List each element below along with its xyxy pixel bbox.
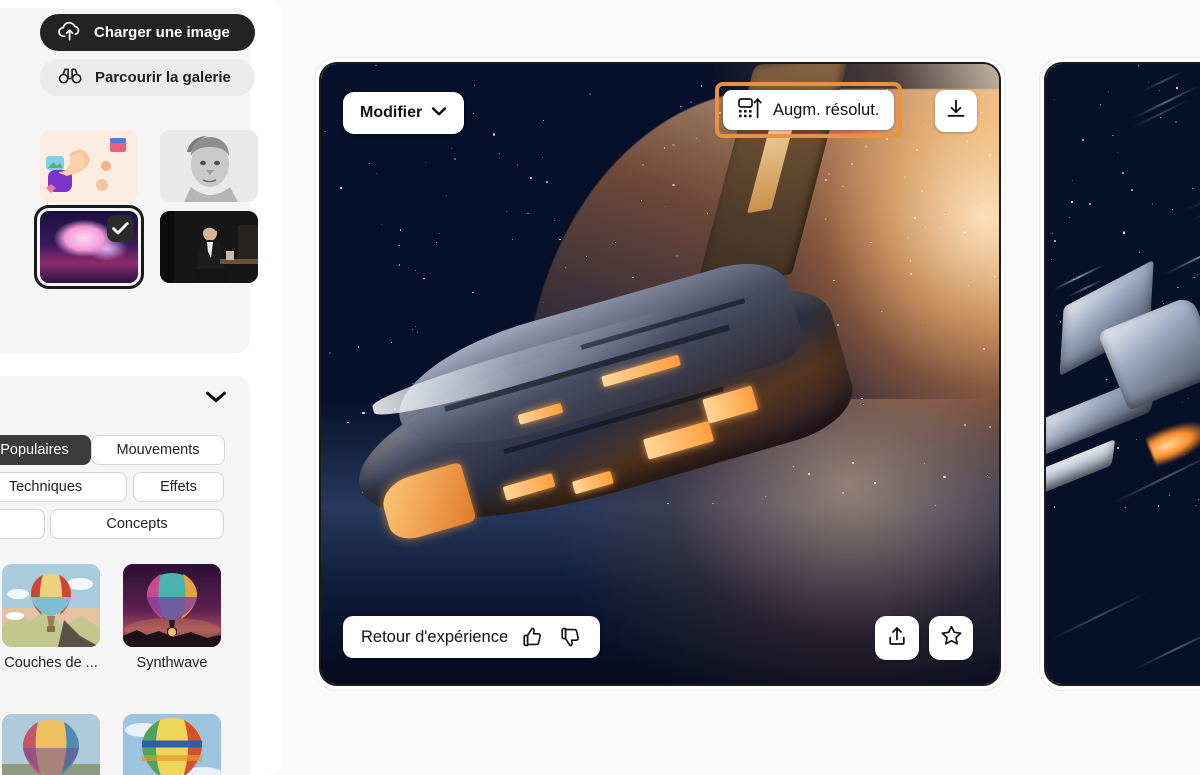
sidebar: Charger une image Parcourir la galerie P… [0,0,283,775]
browse-gallery-button[interactable]: Parcourir la galerie [40,59,255,96]
style-label: Synthwave [136,655,208,671]
download-icon [945,98,967,125]
list-item[interactable] [34,205,144,289]
download-control[interactable] [935,90,977,132]
image-canvas: Modifier Augm. résolut. Retour d'expérie… [283,0,1200,775]
next-image-card[interactable] [1040,58,1200,690]
category-pill-overflow[interactable] [0,509,45,539]
category-pill-concepts[interactable]: Concepts [50,509,224,539]
style-thumbnail [123,714,221,775]
feedback-bar[interactable]: Retour d'expérience [343,616,601,658]
upscale-button[interactable]: Augm. résolut. [723,90,895,130]
upload-image-label: Charger une image [94,24,230,41]
styles-panel-header [40,390,265,416]
feedback-label: Retour d'expérience [361,627,509,646]
man-in-suit-photo [160,211,258,283]
list-item[interactable]: Couches de ... [2,564,100,671]
style-thumbnail [2,564,100,647]
list-item[interactable] [2,714,100,775]
spaceship-over-planet-artwork [321,64,999,684]
category-pill-populaires[interactable]: Populaires [0,435,91,465]
list-item[interactable] [40,130,138,202]
thumbs-up-illustration [40,130,138,202]
edit-label: Modifier [360,104,423,121]
browse-gallery-label: Parcourir la galerie [95,69,231,86]
upscale-label: Augm. résolut. [773,100,880,119]
category-pill-techniques[interactable]: Techniques [0,472,127,502]
style-label: Couches de ... [4,655,98,671]
image-actions [875,616,973,660]
favorite-button[interactable] [929,616,973,660]
list-item[interactable] [160,130,258,202]
style-thumbnail [123,564,221,647]
upscale-icon [738,97,764,124]
chevron-down-icon [431,104,447,122]
thumbs-down-icon[interactable] [556,623,584,651]
upscale-highlight-ring: Augm. résolut. [715,82,903,138]
style-thumbnail [2,714,100,775]
list-item[interactable] [160,211,258,283]
upload-image-button[interactable]: Charger une image [40,14,255,51]
category-pill-effets[interactable]: Effets [133,472,224,502]
list-item[interactable]: Synthwave [123,564,221,671]
starship-in-flight-artwork [1046,64,1200,684]
binoculars-icon [58,66,83,90]
generated-image-card[interactable]: Modifier Augm. résolut. Retour d'expérie… [315,58,1005,690]
share-button[interactable] [875,616,919,660]
chevron-down-icon[interactable] [205,390,227,409]
edit-button[interactable]: Modifier [343,92,465,134]
star-icon [940,624,963,652]
download-button[interactable] [935,90,977,132]
share-icon [886,625,908,652]
upscale-control[interactable]: Augm. résolut. [723,90,895,130]
edit-menu[interactable]: Modifier [343,92,465,134]
next-image [1044,62,1200,686]
cloud-upload-icon [58,20,82,46]
category-pill-mouvements[interactable]: Mouvements [91,435,225,465]
pencil-portrait-sketch [160,130,258,202]
thumbs-up-icon[interactable] [518,623,546,651]
selected-check-badge [107,215,134,242]
generated-image: Modifier Augm. résolut. Retour d'expérie… [319,62,1001,686]
app-root: Charger une image Parcourir la galerie P… [0,0,1200,775]
list-item[interactable] [123,714,221,775]
